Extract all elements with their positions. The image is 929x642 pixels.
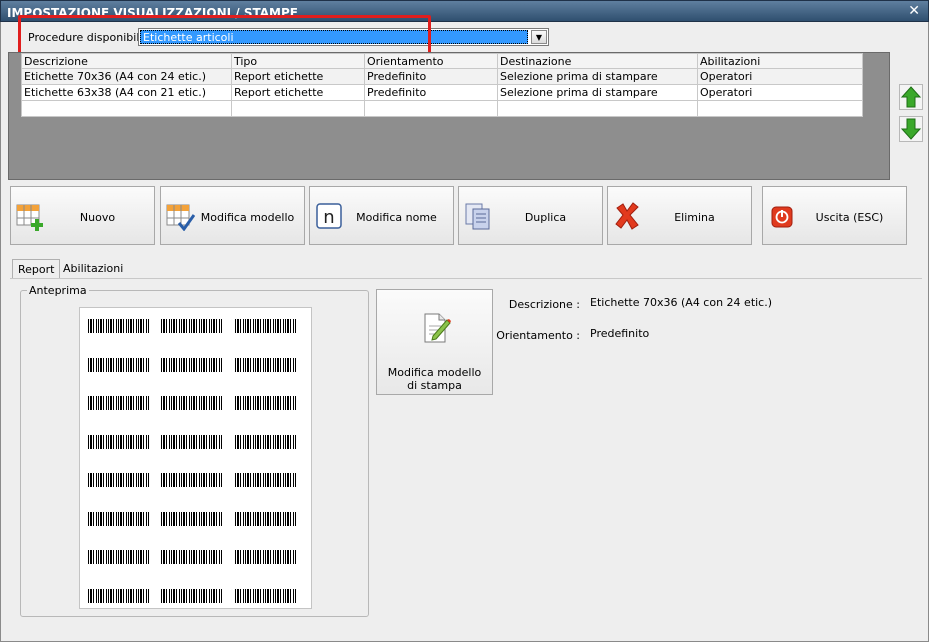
barcode-label	[161, 319, 223, 333]
barcode-label	[161, 473, 223, 487]
arrow-up-icon	[900, 86, 922, 108]
elimina-label: Elimina	[674, 211, 715, 224]
barcode-label	[88, 434, 150, 449]
modifica-modello-label: Modifica modello	[200, 211, 295, 224]
rename-icon: n	[316, 203, 342, 229]
duplica-button[interactable]: Duplica	[458, 186, 603, 245]
table-cell: Operatori	[697, 84, 863, 101]
barcode-label	[88, 473, 150, 487]
barcode-label	[235, 550, 297, 564]
move-up-button[interactable]	[899, 84, 923, 110]
delete-x-icon	[615, 202, 639, 230]
preview-legend: Anteprima	[27, 284, 89, 297]
descrizione-label: Descrizione :	[508, 298, 580, 311]
uscita-button[interactable]: Uscita (ESC)	[762, 186, 907, 245]
modifica-nome-label: Modifica nome	[356, 211, 437, 224]
table-header-row: Descrizione Tipo Orientamento Destinazio…	[21, 53, 863, 69]
column-header[interactable]: Orientamento	[364, 53, 498, 69]
modifica-nome-button[interactable]: n Modifica nome	[309, 186, 454, 245]
table-row[interactable]: Etichette 70x36 (A4 con 24 etic.) Report…	[21, 68, 863, 85]
orientamento-label: Orientamento :	[496, 329, 580, 342]
barcode-label	[161, 550, 223, 564]
barcode-label	[161, 434, 223, 449]
orientamento-value: Predefinito	[590, 327, 650, 340]
procedures-table[interactable]: Descrizione Tipo Orientamento Destinazio…	[21, 53, 863, 117]
procedure-select[interactable]: Etichette articoli ▼	[138, 28, 549, 46]
table-row-empty[interactable]	[21, 100, 863, 117]
close-icon[interactable]: ✕	[908, 3, 920, 19]
edit-print-model-label: Modifica modello di stampa	[387, 366, 482, 392]
column-header[interactable]: Tipo	[231, 53, 365, 69]
barcode-label	[88, 357, 150, 372]
modifica-modello-button[interactable]: Modifica modello	[160, 186, 305, 245]
procedure-selected-value[interactable]: Etichette articoli	[140, 30, 528, 44]
barcode-label	[161, 588, 223, 603]
exit-icon	[771, 206, 793, 228]
barcode-label	[88, 588, 150, 603]
barcode-label	[88, 396, 150, 410]
barcode-label	[235, 473, 297, 487]
table-cell: Selezione prima di stampare	[497, 84, 698, 101]
nuovo-button[interactable]: Nuovo	[10, 186, 155, 245]
duplicate-icon	[465, 203, 490, 230]
chevron-down-icon[interactable]: ▼	[531, 30, 547, 44]
procedures-grid-area: Descrizione Tipo Orientamento Destinazio…	[8, 52, 890, 180]
duplica-label: Duplica	[524, 211, 567, 224]
rename-icon-letter: n	[323, 207, 334, 228]
tab-divider	[10, 278, 922, 279]
table-cell: Predefinito	[364, 68, 498, 85]
edit-grid-icon	[166, 204, 195, 231]
procedure-label: Procedure disponibili :	[28, 31, 150, 44]
uscita-label: Uscita (ESC)	[815, 211, 884, 224]
barcode-label	[161, 357, 223, 372]
barcode-label	[235, 357, 297, 372]
preview-group: Anteprima	[20, 284, 369, 617]
barcode-label	[88, 511, 150, 526]
table-row[interactable]: Etichette 63x38 (A4 con 21 etic.) Report…	[21, 84, 863, 101]
column-header[interactable]: Abilitazioni	[697, 53, 863, 69]
window-title: IMPOSTAZIONE VISUALIZZAZIONI / STAMPE	[7, 6, 298, 20]
barcode-label	[235, 319, 297, 333]
column-header[interactable]: Descrizione	[21, 53, 232, 69]
table-cell: Selezione prima di stampare	[497, 68, 698, 85]
descrizione-value: Etichette 70x36 (A4 con 24 etic.)	[590, 296, 773, 309]
barcode-label	[235, 588, 297, 603]
barcode-label	[88, 550, 150, 564]
table-cell: Report etichette	[231, 84, 365, 101]
barcode-label	[235, 511, 297, 526]
edit-document-icon	[424, 313, 451, 343]
preview-paper	[79, 307, 312, 609]
barcode-label	[235, 434, 297, 449]
move-down-button[interactable]	[899, 116, 923, 142]
barcode-label	[235, 396, 297, 410]
barcode-label	[88, 319, 150, 333]
add-grid-icon	[16, 204, 43, 231]
arrow-down-icon	[900, 118, 922, 140]
table-cell: Report etichette	[231, 68, 365, 85]
elimina-button[interactable]: Elimina	[607, 186, 752, 245]
table-cell: Predefinito	[364, 84, 498, 101]
tab-abilitazioni[interactable]: Abilitazioni	[58, 259, 128, 279]
barcode-label	[161, 396, 223, 410]
table-cell: Etichette 63x38 (A4 con 21 etic.)	[21, 84, 232, 101]
nuovo-label: Nuovo	[79, 211, 116, 224]
table-cell: Etichette 70x36 (A4 con 24 etic.)	[21, 68, 232, 85]
window-titlebar: IMPOSTAZIONE VISUALIZZAZIONI / STAMPE ✕	[0, 0, 929, 22]
tab-report[interactable]: Report	[12, 259, 61, 279]
barcode-label	[161, 511, 223, 526]
column-header[interactable]: Destinazione	[497, 53, 698, 69]
table-cell: Operatori	[697, 68, 863, 85]
